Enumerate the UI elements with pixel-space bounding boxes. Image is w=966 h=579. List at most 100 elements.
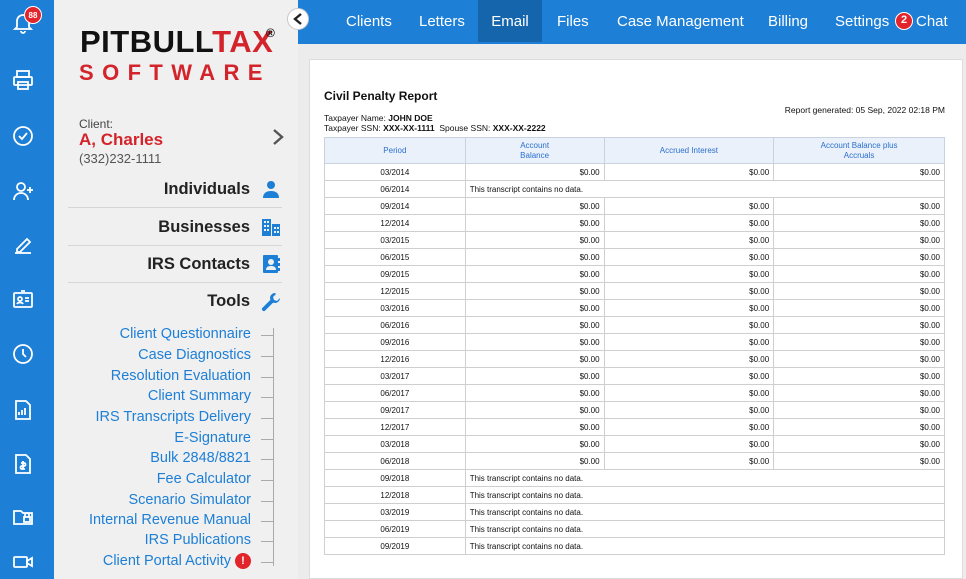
sidebar: PITBULLTAX ® SOFTWARE Client: A, Charles… — [54, 0, 298, 579]
section-irs-contacts[interactable]: IRS Contacts — [68, 246, 282, 283]
table-row: 12/2017 $0.00 $0.00 $0.00 — [324, 418, 945, 436]
person-icon — [260, 178, 282, 200]
period-cell: 03/2015 — [324, 231, 466, 249]
chevron-right-icon[interactable] — [268, 126, 288, 148]
tree-tick — [261, 377, 274, 378]
tree-tick — [261, 418, 274, 419]
total-cell: $0.00 — [773, 418, 945, 436]
balance-cell: $0.00 — [464, 418, 605, 436]
total-cell: $0.00 — [773, 435, 945, 453]
interest-cell: $0.00 — [603, 367, 775, 385]
period-cell: 06/2018 — [324, 452, 466, 470]
section-individuals[interactable]: Individuals — [68, 171, 282, 208]
table-row: 06/2014 This transcript contains no data. — [324, 180, 946, 198]
tool-link[interactable]: Scenario Simulator — [129, 492, 252, 508]
tree-tick — [261, 459, 274, 460]
total-cell: $0.00 — [773, 333, 945, 351]
nav-billing[interactable]: Billing — [768, 0, 808, 42]
table-header-row: Period Account Balance Accrued Interest … — [324, 137, 945, 164]
video-icon[interactable] — [9, 548, 37, 576]
tool-link[interactable]: Bulk 2848/8821 — [150, 450, 251, 466]
nav-settings[interactable]: Settings — [835, 0, 889, 42]
tool-link[interactable]: IRS Transcripts Delivery — [95, 409, 251, 425]
period-cell: 03/2018 — [324, 435, 466, 453]
tool-link[interactable]: Client Questionnaire — [120, 326, 251, 342]
total-cell: $0.00 — [773, 248, 945, 266]
tool-link[interactable]: Resolution Evaluation — [111, 368, 251, 384]
table-row: 03/2016 $0.00 $0.00 $0.00 — [324, 299, 945, 317]
tool-link[interactable]: Internal Revenue Manual — [89, 512, 251, 528]
tool-link[interactable]: Client Summary — [148, 388, 251, 404]
interest-cell: $0.00 — [603, 299, 775, 317]
section-businesses[interactable]: Businesses — [68, 209, 282, 246]
printer-icon[interactable] — [9, 66, 37, 94]
total-cell: $0.00 — [773, 316, 945, 334]
report-icon[interactable] — [9, 396, 37, 424]
collapse-sidebar-button[interactable] — [287, 8, 309, 30]
total-cell: $0.00 — [773, 231, 945, 249]
tool-link-label: Fee Calculator — [156, 471, 251, 487]
interest-cell: $0.00 — [603, 350, 775, 368]
interest-cell: $0.00 — [603, 265, 775, 283]
period-cell: 12/2017 — [324, 418, 466, 436]
period-cell: 03/2014 — [324, 163, 466, 181]
balance-cell: $0.00 — [464, 452, 605, 470]
tree-connector — [273, 328, 274, 566]
tool-link[interactable]: Client Portal Activity! — [103, 553, 251, 569]
lock-folder-icon[interactable] — [9, 502, 37, 530]
tool-link[interactable]: E-Signature — [174, 430, 251, 446]
client-name[interactable]: A, Charles — [79, 130, 163, 150]
logo-wordmark[interactable]: PITBULLTAX — [80, 24, 273, 60]
nav-case-management[interactable]: Case Management — [617, 0, 744, 42]
interest-cell: $0.00 — [603, 435, 775, 453]
tool-link[interactable]: Fee Calculator — [157, 471, 251, 487]
nav-clients[interactable]: Clients — [346, 0, 392, 42]
tree-tick — [261, 439, 274, 440]
interest-cell: $0.00 — [603, 163, 775, 181]
table-row: 03/2019 This transcript contains no data. — [324, 503, 946, 521]
tool-link-label: Scenario Simulator — [128, 492, 252, 508]
balance-cell: $0.00 — [464, 197, 605, 215]
period-cell: 12/2014 — [324, 214, 466, 232]
tool-link[interactable]: Case Diagnostics — [138, 347, 251, 363]
interest-cell: $0.00 — [603, 384, 775, 402]
nav-chat[interactable]: 2 Chat — [895, 0, 948, 42]
balance-cell: $0.00 — [464, 214, 605, 232]
check-circle-icon[interactable] — [9, 122, 37, 150]
alert-icon: ! — [235, 553, 251, 569]
nav-letters[interactable]: Letters — [419, 0, 465, 42]
total-cell: $0.00 — [773, 282, 945, 300]
no-data-cell: This transcript contains no data. — [464, 469, 946, 487]
column-header: Account Balance plus Accruals — [773, 137, 945, 164]
client-label: Client: — [79, 117, 114, 131]
column-header: Account Balance — [464, 137, 605, 164]
interest-cell: $0.00 — [603, 282, 775, 300]
no-data-cell: This transcript contains no data. — [464, 537, 946, 555]
nav-files[interactable]: Files — [557, 0, 589, 42]
total-cell: $0.00 — [773, 401, 945, 419]
period-cell: 06/2019 — [324, 520, 466, 538]
tool-link[interactable]: IRS Publications — [145, 532, 251, 548]
edit-icon[interactable] — [9, 231, 37, 259]
table-row: 06/2019 This transcript contains no data. — [324, 520, 946, 538]
tool-link-label: IRS Transcripts Delivery — [95, 409, 251, 425]
tool-link-label: Client Summary — [147, 388, 251, 404]
clock-icon[interactable] — [9, 340, 37, 368]
table-row: 12/2016 $0.00 $0.00 $0.00 — [324, 350, 945, 368]
id-card-icon[interactable] — [9, 285, 37, 313]
section-tools[interactable]: Tools — [68, 283, 282, 320]
table-row: 06/2015 $0.00 $0.00 $0.00 — [324, 248, 945, 266]
period-cell: 09/2017 — [324, 401, 466, 419]
report-generated: Report generated: 05 Sep, 2022 02:18 PM — [784, 105, 945, 115]
add-user-icon[interactable] — [9, 177, 37, 205]
balance-cell: $0.00 — [464, 299, 605, 317]
column-header: Accrued Interest — [603, 137, 775, 164]
period-cell: 06/2017 — [324, 384, 466, 402]
report-panel: Civil Penalty Report Report generated: 0… — [309, 59, 963, 579]
balance-cell: $0.00 — [464, 231, 605, 249]
nav-email[interactable]: Email — [478, 0, 542, 42]
balance-cell: $0.00 — [464, 265, 605, 283]
tool-link-label: IRS Publications — [144, 532, 251, 548]
invoice-icon[interactable] — [9, 450, 37, 478]
tool-link-label: E-Signature — [174, 430, 251, 446]
